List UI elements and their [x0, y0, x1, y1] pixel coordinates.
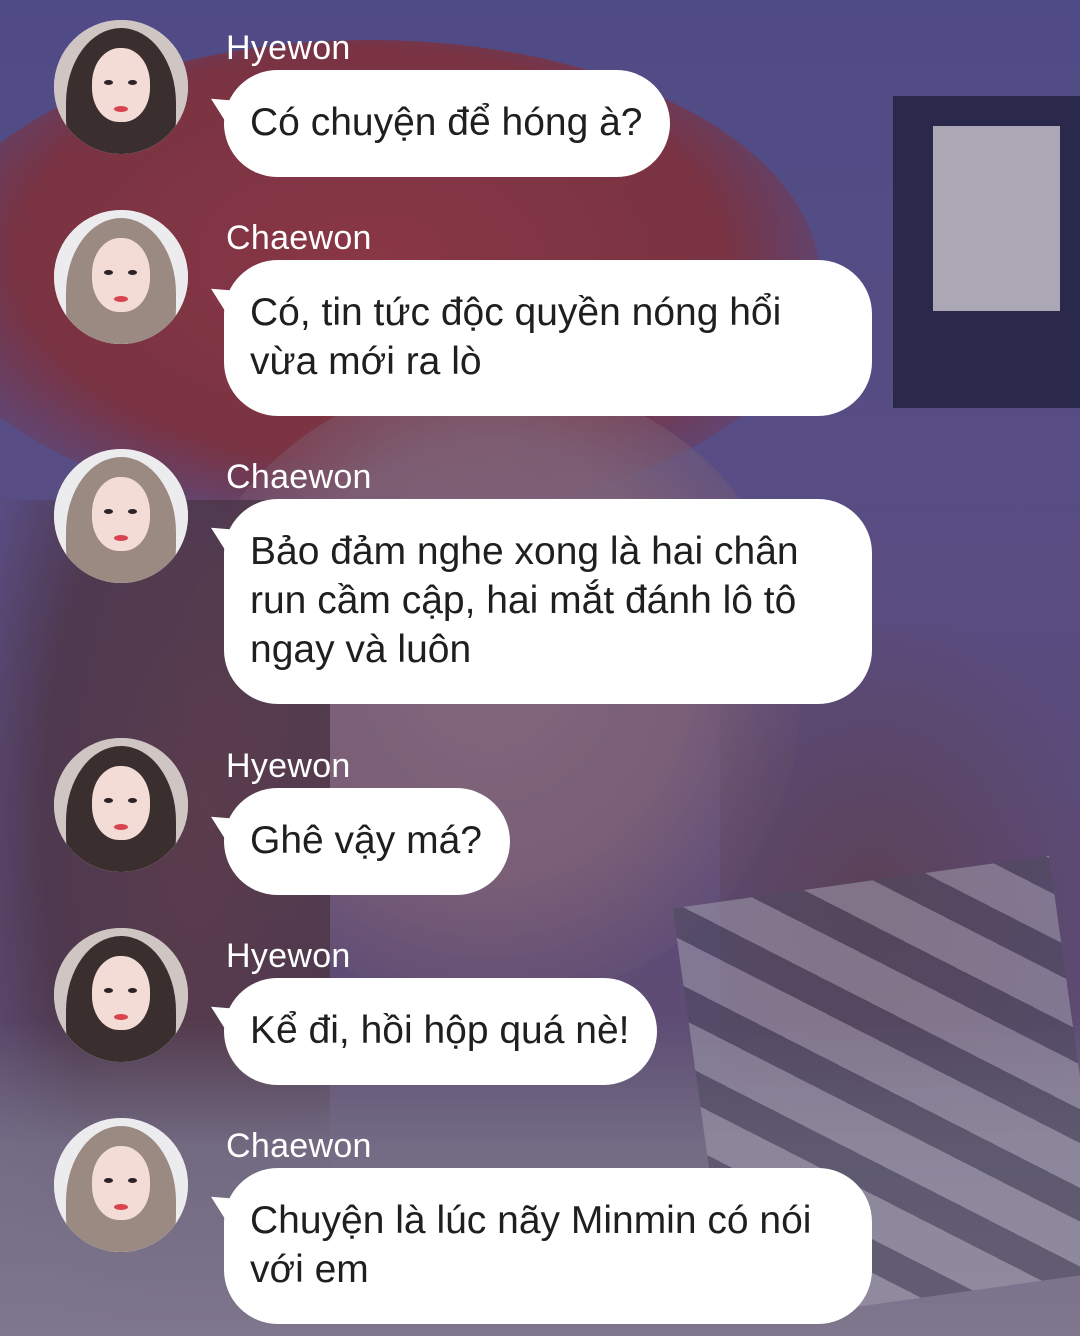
message-bubble[interactable]: Bảo đảm nghe xong là hai chân run cầm cậ…: [224, 499, 872, 704]
hyewon-avatar[interactable]: [54, 928, 188, 1062]
message-bubble[interactable]: Chuyện là lúc nãy Minmin có nói với em: [224, 1168, 872, 1324]
message-bubble[interactable]: Có, tin tức độc quyền nóng hổi vừa mới r…: [224, 260, 872, 416]
hyewon-avatar[interactable]: [54, 738, 188, 872]
sender-name: Chaewon: [226, 458, 372, 496]
sender-name: Hyewon: [226, 937, 351, 975]
message-bubble[interactable]: Kể đi, hồi hộp quá nè!: [224, 978, 658, 1085]
sender-name: Chaewon: [226, 219, 372, 257]
chaewon-avatar[interactable]: [54, 210, 188, 344]
hyewon-avatar[interactable]: [54, 20, 188, 154]
sender-name: Hyewon: [226, 747, 351, 785]
chaewon-avatar[interactable]: [54, 1118, 188, 1252]
sender-name: Chaewon: [226, 1127, 372, 1165]
message-bubble[interactable]: Có chuyện để hóng à?: [224, 70, 671, 177]
chaewon-avatar[interactable]: [54, 449, 188, 583]
sender-name: Hyewon: [226, 29, 351, 67]
message-bubble[interactable]: Ghê vậy má?: [224, 788, 510, 895]
